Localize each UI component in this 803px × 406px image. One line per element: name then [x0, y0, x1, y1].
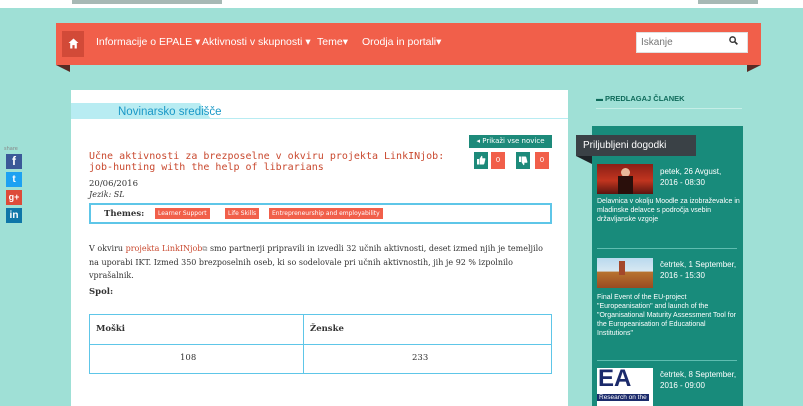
article-date: 20/06/2016: [89, 179, 138, 189]
suggest-article-link[interactable]: ▬ PREDLAGAJ ČLANEK: [596, 94, 685, 103]
article-title: Učne aktivnosti za brezposelne v okviru …: [89, 151, 445, 173]
twitter-icon[interactable]: t: [6, 172, 22, 187]
caret-down-icon: ▾: [342, 36, 348, 48]
sidebar-divider: [596, 108, 742, 109]
caret-down-icon: ▾: [195, 36, 201, 48]
thumbs-up-icon[interactable]: [474, 152, 488, 169]
top-strip-bar: [72, 0, 222, 4]
show-all-label: Prikaži vse novice: [482, 137, 545, 145]
event-separator: [597, 360, 737, 361]
gender-label: Spol:: [89, 287, 114, 297]
share-label: share: [4, 146, 18, 152]
nav-item-label: Teme: [317, 36, 343, 48]
events-header: Priljubljeni dogodki: [576, 135, 696, 156]
show-all-news-button[interactable]: ◂ Prikaži vse novice: [469, 135, 552, 148]
article-card: Novinarsko središče ◂ Prikaži vse novice…: [71, 90, 568, 406]
search-input[interactable]: [637, 33, 722, 52]
caret-down-icon: ▾: [305, 36, 311, 48]
nav-item-orodja[interactable]: Orodja in portali▾: [362, 36, 441, 48]
search-icon[interactable]: [729, 36, 738, 48]
event-title-link[interactable]: Final Event of the EU-project "Europeani…: [597, 293, 740, 338]
event-date: petek, 26 Avgust, 2016 - 08:30: [660, 167, 722, 187]
table-cell: 108: [180, 353, 197, 363]
nav-item-label: Orodja in portali: [362, 36, 437, 48]
table-divider: [90, 344, 551, 345]
gender-table: Moški Ženske 108 233: [89, 314, 552, 374]
article-body: V okviru projekta LinkINjob⧉ smo partner…: [89, 242, 549, 282]
comment-icon: ▬: [596, 96, 605, 103]
article-language: Jezik: SL: [89, 190, 125, 199]
nav-item-aktivnosti[interactable]: Aktivnosti v skupnosti ▾: [202, 36, 311, 48]
linkedin-icon[interactable]: in: [6, 208, 22, 223]
main-navbar: Informacije o EPALE ▾ Aktivnosti v skupn…: [56, 23, 761, 65]
caret-down-icon: ▾: [436, 36, 442, 48]
thumbs-down-svg: [519, 156, 528, 166]
project-link[interactable]: projekta LinkINjob: [126, 244, 203, 253]
nav-item-label: Informacije o EPALE: [96, 36, 193, 48]
dislikes-count: 0: [535, 152, 549, 169]
event-separator: [597, 248, 737, 249]
theme-tag[interactable]: Life Skills: [225, 208, 260, 219]
thumb-subtext: Research on the: [597, 394, 649, 401]
search-icon-svg: [729, 36, 738, 45]
table-header: Ženske: [310, 324, 344, 334]
event-date: četrtek, 1 September, 2016 - 15:30: [660, 260, 737, 280]
events-header-fold: [576, 156, 592, 164]
person-body: [618, 176, 633, 194]
table-cell: 233: [412, 353, 429, 363]
theme-tag[interactable]: Entrepreneurship and employability: [269, 208, 383, 219]
facebook-icon[interactable]: f: [6, 154, 22, 169]
themes-box: Themes: Learner Support Life Skills Entr…: [89, 203, 552, 224]
search-box: [636, 32, 748, 53]
section-label[interactable]: Novinarsko središče: [118, 106, 222, 118]
google-plus-icon[interactable]: g+: [6, 190, 22, 205]
home-icon-svg: [68, 38, 78, 49]
themes-label: Themes:: [104, 209, 145, 219]
event-title-link[interactable]: Delavnica v okolju Moodle za izobraževal…: [597, 197, 740, 224]
nav-item-informacije[interactable]: Informacije o EPALE ▾: [96, 36, 200, 48]
likes-count: 0: [491, 152, 505, 169]
nav-item-label: Aktivnosti v skupnosti: [202, 36, 303, 48]
thumbs-down-icon[interactable]: [516, 152, 530, 169]
section-divider: [71, 118, 568, 119]
body-text: V okviru: [89, 244, 126, 253]
top-strip-bar: [698, 0, 758, 4]
tower-shape: [619, 261, 625, 275]
suggest-label: PREDLAGAJ ČLANEK: [604, 94, 685, 103]
thumbs-up-svg: [477, 155, 486, 165]
nav-ribbon-fold-left: [56, 65, 70, 72]
event-date: četrtek, 8 September, 2016 - 09:00: [660, 370, 737, 390]
nav-ribbon-fold-right: [747, 65, 761, 72]
table-header: Moški: [96, 324, 125, 334]
thumb-text: EA: [598, 368, 632, 392]
theme-tag[interactable]: Learner Support: [155, 208, 210, 219]
event-thumbnail[interactable]: EA Research on the: [597, 368, 653, 406]
nav-item-teme[interactable]: Teme▾: [317, 36, 348, 48]
event-thumbnail[interactable]: [597, 258, 653, 288]
home-icon[interactable]: [62, 31, 84, 57]
event-thumbnail[interactable]: [597, 164, 653, 194]
